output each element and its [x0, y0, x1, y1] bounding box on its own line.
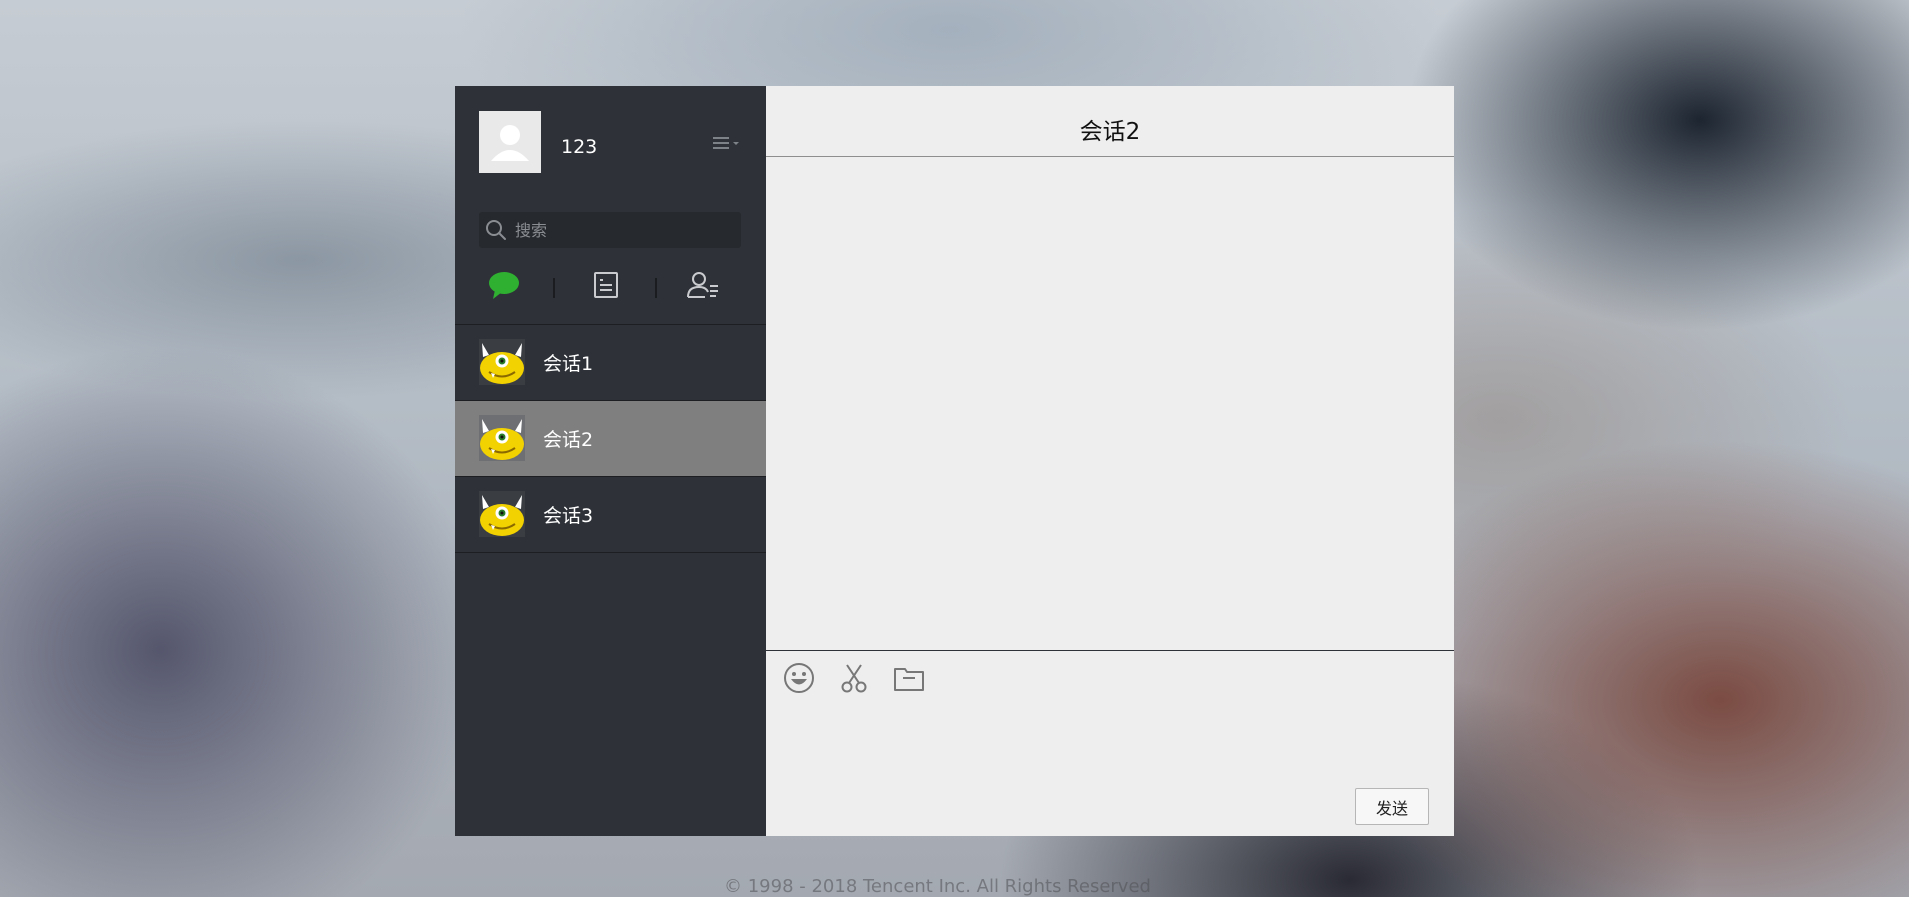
- tab-separator: [655, 278, 657, 298]
- session-avatar: [479, 491, 525, 537]
- folder-icon: [894, 668, 924, 691]
- search-box: [479, 212, 741, 248]
- screenshot-button[interactable]: [837, 661, 871, 695]
- emoji-button[interactable]: [782, 661, 816, 695]
- tab-contacts[interactable]: [683, 266, 723, 306]
- chat-title: 会话2: [1079, 119, 1141, 145]
- message-area[interactable]: [766, 157, 1454, 649]
- chat-window: 123 搜索 会话1 会话2 会话3 会话2 发送: [455, 86, 1454, 836]
- session-avatar: [479, 415, 525, 461]
- session-list: 会话1 会话2 会话3: [455, 324, 766, 553]
- message-input[interactable]: [778, 703, 1442, 777]
- monster-avatar-icon: [479, 415, 525, 461]
- sidebar: 123 搜索 会话1 会话2 会话3: [455, 86, 766, 836]
- session-name: 会话3: [543, 505, 594, 527]
- sidebar-tabs: [455, 266, 766, 312]
- session-item[interactable]: 会话3: [455, 477, 766, 553]
- tab-separator: [553, 278, 555, 298]
- monster-avatar-icon: [479, 339, 525, 385]
- chat-panel: 会话2 发送: [766, 86, 1454, 836]
- composer: 发送: [766, 650, 1454, 837]
- scissors-icon: [841, 664, 867, 693]
- send-button[interactable]: 发送: [1355, 788, 1429, 825]
- tab-documents[interactable]: [585, 266, 625, 306]
- copyright-footer: © 1998 - 2018 Tencent Inc. All Rights Re…: [724, 876, 1151, 897]
- username: 123: [561, 136, 598, 158]
- session-name: 会话1: [543, 353, 594, 375]
- session-item[interactable]: 会话2: [455, 401, 766, 477]
- chat-header: 会话2: [766, 86, 1454, 157]
- search-input[interactable]: [515, 212, 735, 248]
- file-button[interactable]: [892, 661, 926, 695]
- default-avatar-icon: [479, 111, 541, 173]
- session-name: 会话2: [543, 429, 594, 451]
- tab-chats[interactable]: [484, 266, 524, 306]
- profile-panel: 123: [455, 86, 766, 206]
- smiley-icon: [784, 663, 814, 693]
- document-list-icon: [594, 272, 618, 298]
- menu-icon: [713, 137, 739, 149]
- session-item[interactable]: 会话1: [455, 325, 766, 401]
- user-avatar[interactable]: [479, 111, 541, 173]
- search-icon: [485, 219, 507, 241]
- menu-button[interactable]: [711, 133, 743, 155]
- monster-avatar-icon: [479, 491, 525, 537]
- session-avatar: [479, 339, 525, 385]
- contacts-icon: [687, 272, 718, 298]
- chat-bubble-icon: [489, 272, 519, 299]
